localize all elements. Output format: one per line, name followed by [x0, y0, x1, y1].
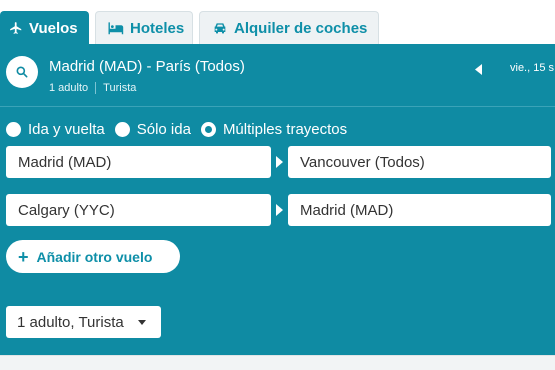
add-flight-button[interactable]: + Añadir otro vuelo [6, 240, 180, 273]
arrow-right-icon [276, 156, 283, 168]
passenger-count: 1 adulto [49, 82, 89, 94]
car-icon [212, 21, 228, 35]
leg-1-origin-input[interactable]: Madrid (MAD) [6, 146, 271, 178]
search-icon [16, 66, 28, 78]
radio-circle [200, 122, 216, 137]
radio-round-trip-label: Ida y vuelta [28, 121, 105, 138]
bed-icon [107, 21, 124, 35]
tab-hoteles-label: Hoteles [130, 19, 185, 37]
trip-details: 1 adulto Turista [49, 82, 136, 94]
tab-coches[interactable]: Alquiler de coches [199, 11, 379, 44]
flight-search-panel: Madrid (MAD) - París (Todos) 1 adulto Tu… [0, 44, 555, 355]
passengers-cabin-value: 1 adulto, Turista [17, 313, 124, 331]
divider [95, 82, 97, 94]
plus-icon: + [18, 246, 29, 267]
cabin-class: Turista [103, 82, 137, 94]
arrow-right-icon [276, 204, 283, 216]
airplane-icon [9, 21, 23, 35]
trip-type-selector: Ida y vuelta Sólo ida Múltiples trayecto… [6, 121, 357, 138]
radio-circle [114, 122, 130, 137]
tab-hoteles[interactable]: Hoteles [95, 11, 193, 44]
leg-2-destination-input[interactable]: Madrid (MAD) [288, 194, 551, 226]
chevron-left-icon [474, 63, 482, 75]
add-flight-label: Añadir otro vuelo [36, 248, 153, 265]
search-button[interactable] [6, 56, 38, 88]
radio-round-trip[interactable]: Ida y vuelta [6, 121, 105, 138]
tab-coches-label: Alquiler de coches [234, 19, 368, 37]
route-summary: Madrid (MAD) - París (Todos) [49, 58, 245, 75]
tab-bar: Vuelos Hoteles Alquiler de coches [0, 0, 555, 44]
previous-date-button[interactable] [471, 62, 485, 76]
search-summary[interactable]: Madrid (MAD) - París (Todos) 1 adulto Tu… [0, 44, 555, 107]
leg-2-origin-input[interactable]: Calgary (YYC) [6, 194, 271, 226]
tab-vuelos-label: Vuelos [29, 19, 78, 37]
radio-circle [6, 122, 21, 137]
passengers-cabin-select[interactable]: 1 adulto, Turista [6, 306, 161, 338]
leg-1-destination-input[interactable]: Vancouver (Todos) [288, 146, 551, 178]
chevron-down-icon [137, 319, 146, 325]
bottom-strip [0, 355, 555, 370]
radio-multi-city-label: Múltiples trayectos [222, 121, 348, 138]
tab-vuelos[interactable]: Vuelos [0, 11, 89, 44]
departure-date[interactable]: vie., 15 s [510, 62, 554, 74]
radio-one-way[interactable]: Sólo ida [114, 121, 191, 138]
radio-multi-city[interactable]: Múltiples trayectos [200, 121, 348, 138]
radio-one-way-label: Sólo ida [136, 121, 191, 138]
